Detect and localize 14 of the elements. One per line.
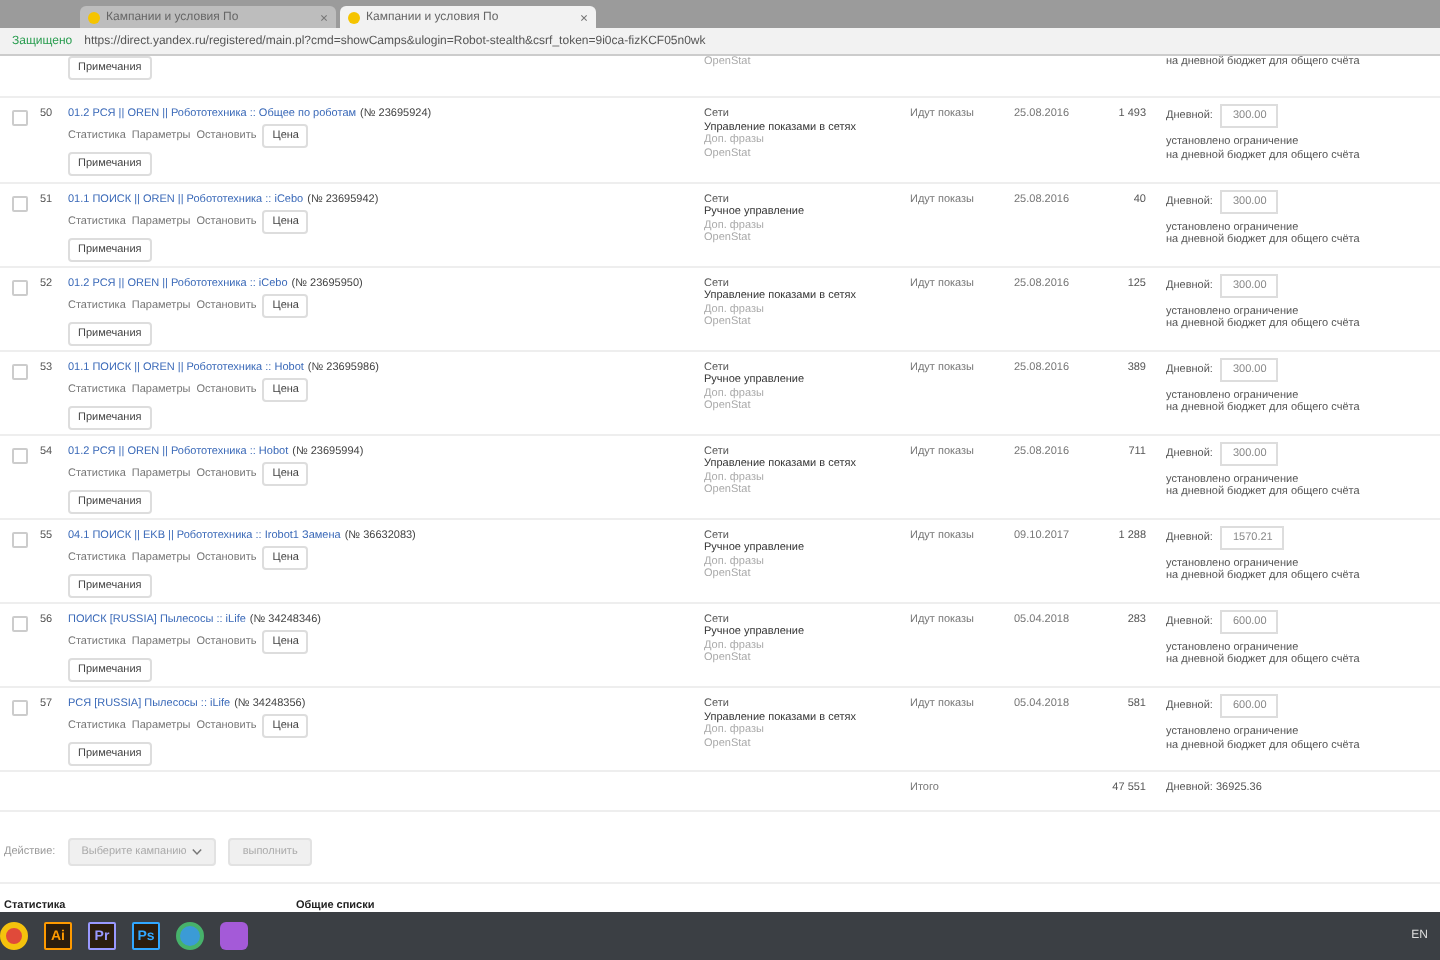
checkbox[interactable] [12, 195, 28, 212]
caret-icon [192, 848, 203, 857]
checkbox[interactable] [12, 447, 28, 464]
favicon-icon [88, 11, 100, 23]
checkbox[interactable] [12, 110, 28, 127]
close-icon[interactable] [580, 13, 588, 21]
checkbox[interactable] [12, 615, 28, 632]
checkbox[interactable] [12, 363, 28, 380]
checkbox[interactable] [12, 531, 28, 548]
browser-icon[interactable] [0, 922, 28, 950]
checkbox[interactable] [12, 700, 28, 717]
close-icon[interactable] [320, 13, 328, 21]
favicon-icon [348, 11, 360, 23]
checkbox[interactable] [12, 279, 28, 296]
